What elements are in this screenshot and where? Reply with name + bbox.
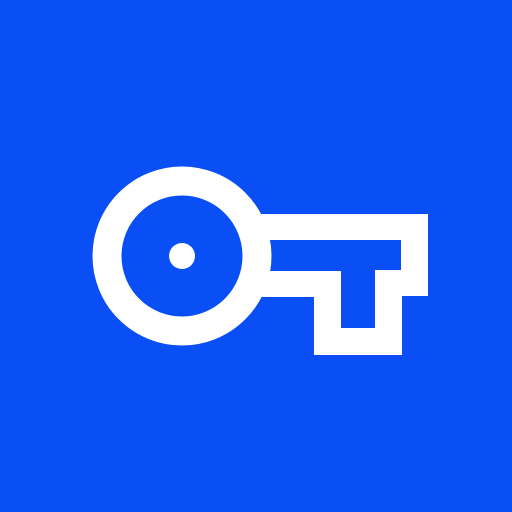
- app-icon: [0, 0, 512, 512]
- app-icon-canvas: [0, 0, 512, 512]
- key-hole-dot: [169, 243, 195, 269]
